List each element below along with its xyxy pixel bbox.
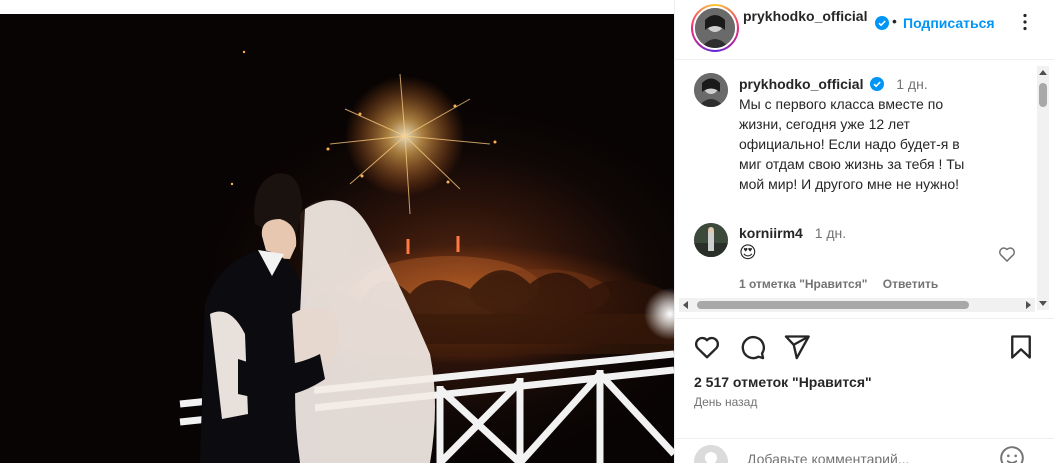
comment-time[interactable]: 1 дн.: [815, 225, 846, 241]
comment-avatar[interactable]: [694, 223, 728, 257]
wedding-photo: [179, 50, 674, 463]
emoji-icon[interactable]: [999, 445, 1025, 463]
comment-username[interactable]: korniirm4: [739, 225, 803, 241]
comment-input[interactable]: [747, 451, 977, 463]
bookmark-icon[interactable]: [1007, 333, 1035, 361]
heart-icon[interactable]: [693, 333, 721, 361]
avatar-image: [695, 8, 735, 48]
scroll-right-arrow-icon[interactable]: [1026, 301, 1031, 309]
caption-avatar[interactable]: [694, 73, 728, 107]
scroll-down-arrow-icon[interactable]: [1039, 301, 1047, 306]
scroll-left-arrow-icon[interactable]: [683, 301, 688, 309]
comment-reply-button[interactable]: Ответить: [883, 277, 938, 291]
post-date[interactable]: День назад: [694, 395, 757, 409]
caption-username[interactable]: prykhodko_official: [739, 76, 863, 92]
default-avatar-icon: [694, 445, 728, 463]
add-comment-bar: [675, 438, 1054, 463]
comment-meta: 1 отметка "Нравится" Ответить: [739, 277, 950, 291]
avatar-image: [694, 73, 728, 107]
comments-list[interactable]: prykhodko_official 1 дн. Мы с первого кл…: [675, 61, 1054, 311]
post-actions: 2 517 отметок "Нравится" День назад: [675, 318, 1054, 438]
post-photo[interactable]: [0, 14, 674, 463]
follow-button[interactable]: Подписаться: [903, 15, 995, 31]
separator-dot: •: [892, 13, 897, 29]
caption-text: Мы с первого класса вместе по жизни, сег…: [739, 96, 965, 192]
likes-count[interactable]: 2 517 отметок "Нравится": [694, 374, 872, 390]
comment-text: 😍: [739, 243, 757, 262]
post-header: prykhodko_official • Подписаться: [675, 0, 1054, 60]
share-icon[interactable]: [783, 333, 811, 361]
comment-icon[interactable]: [738, 333, 766, 361]
author-username[interactable]: prykhodko_official: [743, 7, 873, 25]
top-strip: [0, 0, 674, 14]
avatar-image: [694, 223, 728, 257]
caption-time[interactable]: 1 дн.: [896, 76, 927, 92]
scroll-up-arrow-icon[interactable]: [1039, 70, 1047, 75]
comment-like-heart-icon[interactable]: [997, 244, 1017, 264]
horizontal-scroll-thumb[interactable]: [697, 301, 969, 309]
current-user-avatar: [694, 445, 728, 463]
verified-badge-icon: [875, 16, 889, 30]
author-avatar[interactable]: [691, 4, 739, 52]
comment-likes-link[interactable]: 1 отметка "Нравится": [739, 277, 867, 291]
verified-badge-icon: [870, 77, 885, 91]
horizontal-scrollbar[interactable]: [679, 298, 1035, 312]
vertical-scrollbar[interactable]: [1037, 66, 1049, 310]
more-options-icon[interactable]: [1013, 10, 1037, 34]
comment-header: korniirm4 1 дн.: [739, 223, 999, 243]
vertical-scroll-thumb[interactable]: [1039, 83, 1047, 107]
caption-header: prykhodko_official 1 дн.: [739, 74, 999, 94]
post-details-panel: prykhodko_official • Подписаться prykhod…: [674, 0, 1054, 463]
